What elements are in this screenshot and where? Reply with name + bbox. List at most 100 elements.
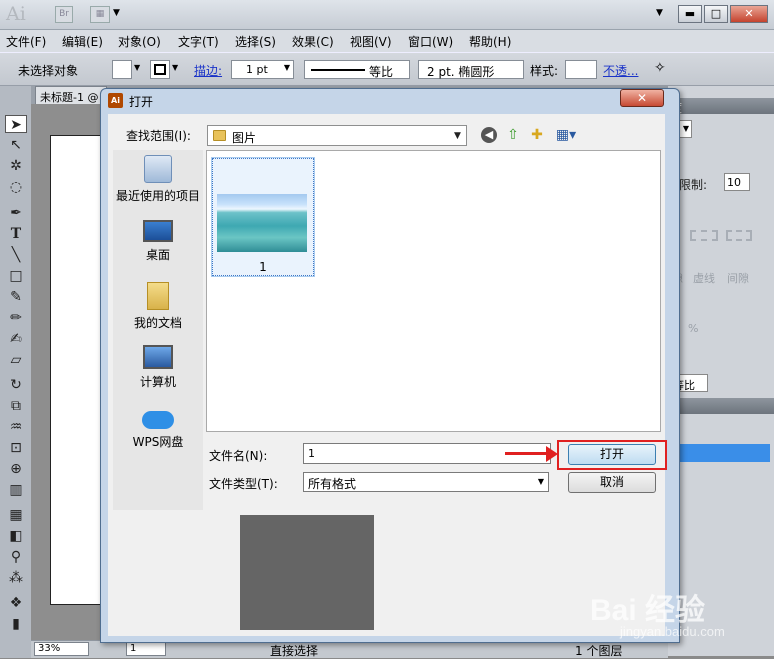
layer-row[interactable]: 1 (668, 444, 770, 462)
fill-chevron-down-icon[interactable]: ▼ (134, 63, 140, 72)
place-wps-cloud[interactable]: WPS网盘 (113, 407, 203, 450)
lasso-tool-icon[interactable]: ◌ (5, 178, 27, 196)
dash-align-icon[interactable] (690, 230, 718, 241)
brush-definition[interactable]: 2 pt. 椭圆形 (418, 60, 524, 79)
place-desktop[interactable]: 桌面 (113, 220, 203, 263)
new-folder-icon[interactable]: ✚ (529, 127, 545, 143)
menu-file[interactable]: 文件(F) (6, 33, 46, 50)
selection-status: 未选择对象 (18, 64, 79, 78)
warp-tool-icon[interactable]: ♒ (5, 418, 27, 436)
stroke-swatch[interactable] (150, 60, 170, 79)
stroke-link[interactable]: 描边: (194, 62, 222, 79)
miter-limit-label: 限制: (679, 178, 708, 192)
preview-pane (240, 515, 374, 630)
eyedropper-tool-icon[interactable]: ⚲ (5, 548, 27, 566)
illustrator-logo: Ai (6, 3, 26, 25)
filetype-select[interactable]: 所有格式 ▼ (303, 472, 549, 492)
menu-type[interactable]: 文字(T) (178, 33, 219, 50)
filename-label: 文件名(N): (209, 449, 268, 463)
artboard-number-field[interactable]: 1 (126, 642, 166, 656)
stroke-chevron-down-icon[interactable]: ▼ (172, 63, 178, 72)
artboard[interactable] (50, 135, 105, 605)
filetype-label: 文件类型(T): (209, 477, 278, 491)
miter-limit-field[interactable]: 10 (724, 173, 750, 191)
back-icon[interactable]: ◀ (481, 127, 497, 143)
baidu-watermark: Bai 经验 (590, 594, 706, 627)
layers-count: 1 个图层 (575, 644, 623, 658)
look-in-value: 图片 (232, 131, 257, 145)
place-computer-label: 计算机 (139, 375, 176, 389)
dialog-close-button[interactable]: ✕ (620, 89, 664, 107)
workspace-chevron-down-icon[interactable]: ▼ (656, 8, 663, 18)
shape-builder-tool-icon[interactable]: ⊕ (5, 460, 27, 478)
graph-tool-icon[interactable]: ▥ (5, 481, 27, 499)
desktop-icon (143, 220, 173, 242)
opacity-link[interactable]: 不透... (603, 62, 638, 79)
type-tool-icon[interactable]: T (5, 225, 27, 243)
pencil-tool-icon[interactable]: ✏ (5, 309, 27, 327)
zoom-field[interactable]: 33% (34, 642, 89, 656)
place-recent[interactable]: 最近使用的项目 (113, 155, 203, 204)
recolor-wand-icon[interactable]: ✧ (654, 60, 666, 76)
blob-brush-tool-icon[interactable]: ✍ (5, 330, 27, 348)
eraser-tool-icon[interactable]: ▱ (5, 351, 27, 369)
blend-tool-icon[interactable]: ⁂ (5, 569, 27, 587)
annotation-arrow-icon (546, 446, 558, 462)
fill-swatch[interactable] (112, 60, 132, 79)
menu-window[interactable]: 窗口(W) (408, 33, 453, 50)
place-computer[interactable]: 计算机 (113, 345, 203, 390)
look-in-label: 查找范围(I): (126, 129, 191, 143)
mesh-tool-icon[interactable]: ▦ (5, 506, 27, 524)
paintbrush-tool-icon[interactable]: ✎ (5, 288, 27, 306)
rectangle-tool-icon[interactable]: □ (5, 267, 27, 285)
image-thumbnail[interactable] (217, 194, 307, 252)
pen-tool-icon[interactable]: ✒ (5, 204, 27, 222)
place-desktop-label: 桌面 (145, 248, 170, 262)
restore-button[interactable]: □ (704, 5, 728, 23)
up-folder-icon[interactable]: ⇧ (505, 127, 521, 143)
variable-width-profile[interactable]: 等比 (304, 60, 410, 79)
dash-corner-icon[interactable] (726, 230, 752, 241)
open-button[interactable]: 打开 (568, 444, 656, 465)
brush-value: 2 pt. 椭圆形 (427, 65, 495, 79)
view-menu-icon[interactable]: ▦▾ (553, 127, 579, 143)
layers-panel-header (668, 398, 774, 414)
free-transform-tool-icon[interactable]: ⊡ (5, 439, 27, 457)
file-item-name: 1 (259, 260, 267, 274)
close-app-button[interactable]: ✕ (730, 5, 768, 23)
filetype-value: 所有格式 (308, 477, 357, 491)
menu-view[interactable]: 视图(V) (350, 33, 392, 50)
place-documents[interactable]: 我的文档 (113, 282, 203, 331)
cancel-button[interactable]: 取消 (568, 472, 656, 493)
dash-label: 虚线 (693, 272, 715, 285)
document-tab[interactable]: 未标题-1 @ (35, 86, 107, 104)
direct-selection-tool-icon[interactable]: ↖ (5, 136, 27, 154)
menu-edit[interactable]: 编辑(E) (62, 33, 103, 50)
symbol-sprayer-tool-icon[interactable]: ❖ (5, 594, 27, 612)
right-panel-dock (668, 86, 774, 656)
menu-help[interactable]: 帮助(H) (469, 33, 511, 50)
selection-tool-icon[interactable]: ➤ (5, 115, 27, 133)
menu-select[interactable]: 选择(S) (235, 33, 276, 50)
menu-effect[interactable]: 效果(C) (292, 33, 334, 50)
arrange-documents-icon[interactable]: ▦ (90, 6, 110, 23)
rotate-tool-icon[interactable]: ↻ (5, 376, 27, 394)
look-in-chevron-down-icon[interactable]: ▼ (454, 131, 461, 141)
gradient-tool-icon[interactable]: ◧ (5, 527, 27, 545)
bridge-button[interactable]: Br (55, 6, 73, 23)
minimize-button[interactable]: ▬ (678, 5, 702, 23)
filetype-chevron-down-icon: ▼ (537, 477, 544, 486)
magic-wand-tool-icon[interactable]: ✲ (5, 157, 27, 175)
ai-app-icon: Ai (108, 93, 123, 108)
menu-object[interactable]: 对象(O) (118, 33, 161, 50)
column-graph-tool-icon[interactable]: ▮ (5, 615, 27, 633)
graphic-style-swatch[interactable] (565, 60, 597, 79)
profile-value: 等比 (369, 65, 394, 79)
scale-tool-icon[interactable]: ⧉ (5, 397, 27, 415)
stroke-width-field[interactable]: 1 pt ▼ (231, 60, 294, 79)
arrange-chevron-down-icon[interactable]: ▼ (113, 8, 120, 18)
recent-items-icon (144, 155, 172, 183)
line-tool-icon[interactable]: ╲ (5, 246, 27, 264)
stroke-width-chevron-icon: ▼ (283, 63, 290, 72)
current-tool-status[interactable]: 直接选择 (270, 642, 318, 659)
